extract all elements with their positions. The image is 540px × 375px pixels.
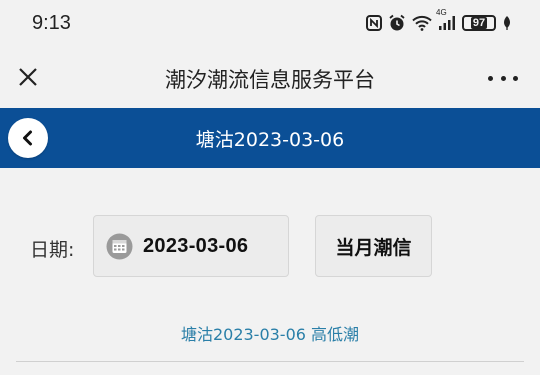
status-icons: 4G 97 xyxy=(366,8,512,32)
date-value: 2023-03-06 xyxy=(143,234,249,257)
leaf-icon xyxy=(502,15,512,31)
more-icon-dot xyxy=(513,75,518,81)
calendar-icon xyxy=(106,233,133,259)
date-label: 日期: xyxy=(30,239,75,261)
more-button[interactable] xyxy=(488,66,518,90)
date-picker[interactable]: 2023-03-06 xyxy=(93,215,289,277)
tide-section-heading: 塘沽2023-03-06 高低潮 xyxy=(180,325,360,344)
app-header: 潮汐潮流信息服务平台 xyxy=(0,50,540,108)
location-date-title: 塘沽2023-03-06 xyxy=(195,129,345,151)
battery-icon: 97 xyxy=(462,15,496,31)
nfc-icon xyxy=(366,15,382,31)
monthly-tide-button[interactable]: 当月潮信 xyxy=(315,215,432,277)
signal-icon: 4G xyxy=(436,8,456,31)
divider xyxy=(16,361,524,362)
network-label: 4G xyxy=(436,8,447,17)
main-content: 日期: 2023-03-06 当月潮信 塘沽2023-03-06 高低潮 xyxy=(0,168,540,375)
app-title: 潮汐潮流信息服务平台 xyxy=(165,68,375,92)
status-bar: 9:13 4G 97 xyxy=(0,0,540,50)
more-icon-dot xyxy=(488,75,493,81)
alarm-icon xyxy=(388,14,406,32)
status-time: 9:13 xyxy=(32,12,71,34)
wifi-icon xyxy=(412,15,432,31)
more-icon-dot xyxy=(500,75,506,81)
battery-level: 97 xyxy=(470,17,488,29)
location-nav-bar: 塘沽2023-03-06 xyxy=(0,108,540,168)
